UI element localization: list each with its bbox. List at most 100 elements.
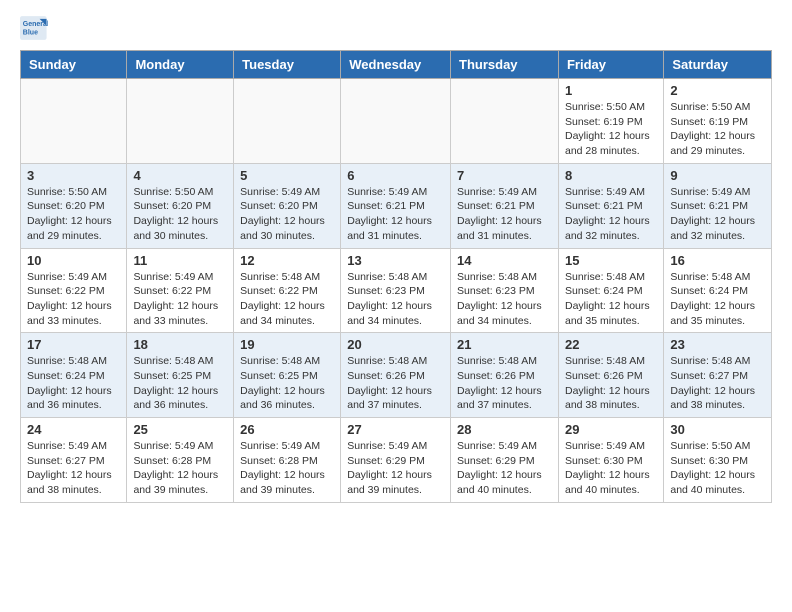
calendar-cell: 10 Sunrise: 5:49 AM Sunset: 6:22 PM Dayli… [21,248,127,333]
calendar-cell: 29 Sunrise: 5:49 AM Sunset: 6:30 PM Dayli… [558,418,663,503]
day-number: 4 [133,168,227,183]
day-number: 30 [670,422,765,437]
calendar-cell: 3 Sunrise: 5:50 AM Sunset: 6:20 PM Daylig… [21,163,127,248]
day-info: Sunrise: 5:48 AM Sunset: 6:25 PM Dayligh… [240,354,334,413]
weekday-header-monday: Monday [127,51,234,79]
day-number: 7 [457,168,552,183]
calendar-cell: 16 Sunrise: 5:48 AM Sunset: 6:24 PM Dayli… [664,248,772,333]
day-info: Sunrise: 5:48 AM Sunset: 6:26 PM Dayligh… [565,354,657,413]
calendar-cell: 19 Sunrise: 5:48 AM Sunset: 6:25 PM Dayli… [234,333,341,418]
day-info: Sunrise: 5:48 AM Sunset: 6:26 PM Dayligh… [347,354,444,413]
calendar-cell: 21 Sunrise: 5:48 AM Sunset: 6:26 PM Dayli… [451,333,559,418]
logo-icon: General Blue [20,16,48,40]
day-info: Sunrise: 5:49 AM Sunset: 6:20 PM Dayligh… [240,185,334,244]
day-number: 19 [240,337,334,352]
calendar-week-row: 17 Sunrise: 5:48 AM Sunset: 6:24 PM Dayli… [21,333,772,418]
day-info: Sunrise: 5:48 AM Sunset: 6:25 PM Dayligh… [133,354,227,413]
weekday-header-sunday: Sunday [21,51,127,79]
day-number: 16 [670,253,765,268]
calendar-cell: 15Sunrise: 5:48 AM Sunset: 6:24 PM Dayli… [558,248,663,333]
calendar-cell: 24 Sunrise: 5:49 AM Sunset: 6:27 PM Dayli… [21,418,127,503]
day-info: Sunrise: 5:49 AM Sunset: 6:21 PM Dayligh… [347,185,444,244]
day-number: 20 [347,337,444,352]
day-number: 14 [457,253,552,268]
day-number: 18 [133,337,227,352]
calendar-cell [234,79,341,164]
day-info: Sunrise: 5:48 AM Sunset: 6:24 PM Dayligh… [565,270,657,329]
day-info: Sunrise: 5:50 AM Sunset: 6:20 PM Dayligh… [133,185,227,244]
calendar-cell: 6 Sunrise: 5:49 AM Sunset: 6:21 PM Daylig… [341,163,451,248]
day-info: Sunrise: 5:49 AM Sunset: 6:21 PM Dayligh… [565,185,657,244]
calendar-week-row: 3 Sunrise: 5:50 AM Sunset: 6:20 PM Daylig… [21,163,772,248]
day-number: 23 [670,337,765,352]
day-number: 24 [27,422,120,437]
logo: General Blue [20,16,52,40]
calendar-cell: 4 Sunrise: 5:50 AM Sunset: 6:20 PM Daylig… [127,163,234,248]
calendar-cell: 26Sunrise: 5:49 AM Sunset: 6:28 PM Dayli… [234,418,341,503]
calendar-week-row: 24 Sunrise: 5:49 AM Sunset: 6:27 PM Dayli… [21,418,772,503]
day-info: Sunrise: 5:49 AM Sunset: 6:28 PM Dayligh… [240,439,334,498]
calendar-header-row: SundayMondayTuesdayWednesdayThursdayFrid… [21,51,772,79]
day-number: 28 [457,422,552,437]
calendar-cell: 5 Sunrise: 5:49 AM Sunset: 6:20 PM Daylig… [234,163,341,248]
day-info: Sunrise: 5:48 AM Sunset: 6:26 PM Dayligh… [457,354,552,413]
svg-text:Blue: Blue [23,29,38,36]
day-info: Sunrise: 5:49 AM Sunset: 6:21 PM Dayligh… [457,185,552,244]
calendar-cell: 8 Sunrise: 5:49 AM Sunset: 6:21 PM Daylig… [558,163,663,248]
day-info: Sunrise: 5:49 AM Sunset: 6:22 PM Dayligh… [27,270,120,329]
calendar-cell: 12 Sunrise: 5:48 AM Sunset: 6:22 PM Dayli… [234,248,341,333]
weekday-header-saturday: Saturday [664,51,772,79]
calendar-cell: 18 Sunrise: 5:48 AM Sunset: 6:25 PM Dayli… [127,333,234,418]
calendar-cell: 17 Sunrise: 5:48 AM Sunset: 6:24 PM Dayli… [21,333,127,418]
day-number: 25 [133,422,227,437]
day-info: Sunrise: 5:48 AM Sunset: 6:23 PM Dayligh… [457,270,552,329]
calendar-cell: 9 Sunrise: 5:49 AM Sunset: 6:21 PM Daylig… [664,163,772,248]
day-number: 1 [565,83,657,98]
day-info: Sunrise: 5:48 AM Sunset: 6:22 PM Dayligh… [240,270,334,329]
calendar-cell: 22 Sunrise: 5:48 AM Sunset: 6:26 PM Dayli… [558,333,663,418]
day-info: Sunrise: 5:50 AM Sunset: 6:19 PM Dayligh… [565,100,657,159]
day-number: 5 [240,168,334,183]
calendar-table: SundayMondayTuesdayWednesdayThursdayFrid… [20,50,772,503]
weekday-header-friday: Friday [558,51,663,79]
day-info: Sunrise: 5:48 AM Sunset: 6:24 PM Dayligh… [27,354,120,413]
day-info: Sunrise: 5:49 AM Sunset: 6:22 PM Dayligh… [133,270,227,329]
day-number: 10 [27,253,120,268]
day-info: Sunrise: 5:49 AM Sunset: 6:30 PM Dayligh… [565,439,657,498]
calendar-cell [341,79,451,164]
calendar-cell: 30Sunrise: 5:50 AM Sunset: 6:30 PM Dayli… [664,418,772,503]
calendar-cell: 1 Sunrise: 5:50 AM Sunset: 6:19 PM Daylig… [558,79,663,164]
day-number: 22 [565,337,657,352]
day-number: 13 [347,253,444,268]
calendar-cell: 20 Sunrise: 5:48 AM Sunset: 6:26 PM Dayli… [341,333,451,418]
day-info: Sunrise: 5:49 AM Sunset: 6:21 PM Dayligh… [670,185,765,244]
day-number: 27 [347,422,444,437]
day-info: Sunrise: 5:50 AM Sunset: 6:19 PM Dayligh… [670,100,765,159]
calendar-cell: 23 Sunrise: 5:48 AM Sunset: 6:27 PM Dayli… [664,333,772,418]
day-number: 6 [347,168,444,183]
day-number: 2 [670,83,765,98]
calendar-cell: 2 Sunrise: 5:50 AM Sunset: 6:19 PM Daylig… [664,79,772,164]
calendar-week-row: 1 Sunrise: 5:50 AM Sunset: 6:19 PM Daylig… [21,79,772,164]
day-info: Sunrise: 5:50 AM Sunset: 6:20 PM Dayligh… [27,185,120,244]
calendar-week-row: 10 Sunrise: 5:49 AM Sunset: 6:22 PM Dayli… [21,248,772,333]
header-row: General Blue [20,16,772,40]
weekday-header-wednesday: Wednesday [341,51,451,79]
day-number: 3 [27,168,120,183]
day-number: 11 [133,253,227,268]
day-info: Sunrise: 5:48 AM Sunset: 6:23 PM Dayligh… [347,270,444,329]
calendar-cell: 13 Sunrise: 5:48 AM Sunset: 6:23 PM Dayli… [341,248,451,333]
day-info: Sunrise: 5:49 AM Sunset: 6:27 PM Dayligh… [27,439,120,498]
day-number: 29 [565,422,657,437]
day-info: Sunrise: 5:49 AM Sunset: 6:29 PM Dayligh… [347,439,444,498]
calendar-cell: 28Sunrise: 5:49 AM Sunset: 6:29 PM Dayli… [451,418,559,503]
day-number: 8 [565,168,657,183]
day-number: 12 [240,253,334,268]
day-number: 9 [670,168,765,183]
day-info: Sunrise: 5:49 AM Sunset: 6:28 PM Dayligh… [133,439,227,498]
day-number: 21 [457,337,552,352]
day-info: Sunrise: 5:48 AM Sunset: 6:27 PM Dayligh… [670,354,765,413]
day-info: Sunrise: 5:48 AM Sunset: 6:24 PM Dayligh… [670,270,765,329]
day-number: 17 [27,337,120,352]
calendar-cell: 25 Sunrise: 5:49 AM Sunset: 6:28 PM Dayli… [127,418,234,503]
